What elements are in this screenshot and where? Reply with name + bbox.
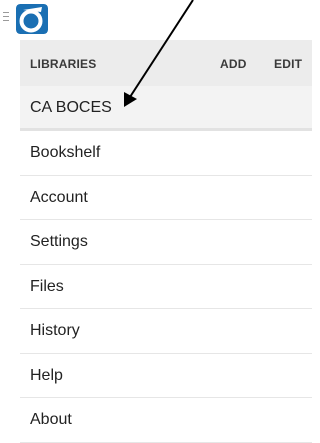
menu-item-files[interactable]: Files	[20, 264, 312, 309]
menu-item-about[interactable]: About	[20, 398, 312, 443]
menu-item-account[interactable]: Account	[20, 175, 312, 220]
drawer-menu: Bookshelf Account Settings Files History…	[20, 131, 312, 443]
menu-item-bookshelf[interactable]: Bookshelf	[20, 131, 312, 176]
menu-item-label: History	[30, 322, 80, 339]
menu-item-label: About	[30, 411, 72, 428]
hamburger-icon[interactable]	[3, 12, 11, 21]
menu-item-settings[interactable]: Settings	[20, 220, 312, 265]
app-top-bar	[0, 0, 312, 40]
library-name: CA BOCES	[30, 99, 112, 116]
menu-item-label: Settings	[30, 233, 88, 250]
libraries-title: LIBRARIES	[30, 57, 97, 71]
menu-item-history[interactable]: History	[20, 309, 312, 354]
add-library-button[interactable]: ADD	[220, 57, 247, 71]
app-logo-icon	[16, 4, 48, 34]
menu-item-label: Account	[30, 188, 88, 206]
navigation-drawer: LIBRARIES ADD EDIT CA BOCES Bookshelf Ac…	[20, 40, 312, 443]
library-item-ca-boces[interactable]: CA BOCES	[20, 86, 312, 131]
edit-libraries-button[interactable]: EDIT	[274, 57, 302, 71]
libraries-header: LIBRARIES ADD EDIT	[20, 40, 312, 87]
menu-item-help[interactable]: Help	[20, 353, 312, 398]
menu-item-label: Bookshelf	[30, 144, 101, 161]
menu-item-label: Files	[30, 277, 64, 295]
menu-item-label: Help	[30, 366, 63, 384]
